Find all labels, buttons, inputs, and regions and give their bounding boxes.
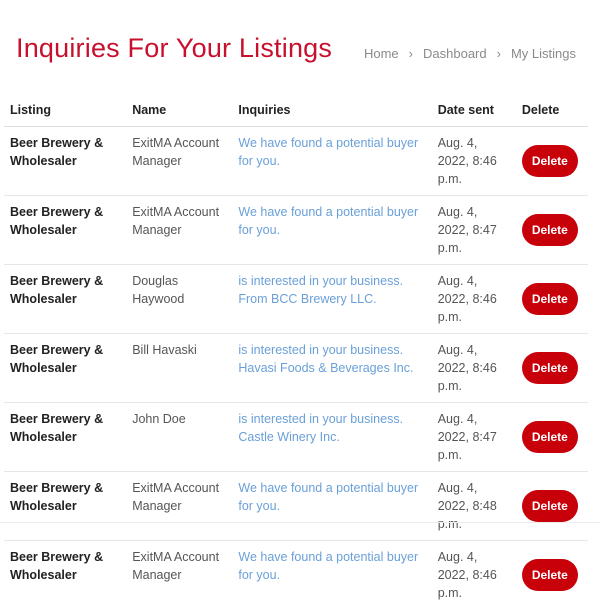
table-row: Beer Brewery & Wholesaler Bill Havaski i… <box>4 334 588 403</box>
inquiries-table: Listing Name Inquiries Date sent Delete … <box>4 93 588 609</box>
name-cell: ExitMA Account Manager <box>126 127 232 196</box>
listing-cell: Beer Brewery & Wholesaler <box>4 196 126 265</box>
inquiry-link[interactable]: We have found a potential buyer for you. <box>232 127 431 196</box>
delete-cell: Delete <box>516 541 588 609</box>
delete-button[interactable]: Delete <box>522 214 578 246</box>
column-header-listing: Listing <box>4 93 126 127</box>
delete-cell: Delete <box>516 265 588 334</box>
page-title: Inquiries For Your Listings <box>16 33 332 64</box>
date-cell: Aug. 4, 2022, 8:48 p.m. <box>432 472 516 541</box>
table-row: Beer Brewery & Wholesaler ExitMA Account… <box>4 472 588 541</box>
breadcrumb-separator: › <box>497 46 501 61</box>
delete-button[interactable]: Delete <box>522 283 578 315</box>
listing-cell: Beer Brewery & Wholesaler <box>4 472 126 541</box>
breadcrumb-separator: › <box>409 46 413 61</box>
date-cell: Aug. 4, 2022, 8:46 p.m. <box>432 265 516 334</box>
breadcrumb-my-listings[interactable]: My Listings <box>511 46 576 61</box>
footer-divider <box>0 522 600 523</box>
date-cell: Aug. 4, 2022, 8:46 p.m. <box>432 127 516 196</box>
inquiry-link[interactable]: is interested in your business. Castle W… <box>232 403 431 472</box>
delete-cell: Delete <box>516 403 588 472</box>
table-row: Beer Brewery & Wholesaler ExitMA Account… <box>4 127 588 196</box>
delete-button[interactable]: Delete <box>522 145 578 177</box>
inquiry-link[interactable]: We have found a potential buyer for you. <box>232 541 431 609</box>
listing-cell: Beer Brewery & Wholesaler <box>4 334 126 403</box>
inquiry-link[interactable]: We have found a potential buyer for you. <box>232 472 431 541</box>
date-cell: Aug. 4, 2022, 8:47 p.m. <box>432 403 516 472</box>
date-cell: Aug. 4, 2022, 8:46 p.m. <box>432 541 516 609</box>
listing-cell: Beer Brewery & Wholesaler <box>4 265 126 334</box>
delete-button[interactable]: Delete <box>522 421 578 453</box>
delete-cell: Delete <box>516 334 588 403</box>
table-row: Beer Brewery & Wholesaler John Doe is in… <box>4 403 588 472</box>
listing-cell: Beer Brewery & Wholesaler <box>4 127 126 196</box>
name-cell: Douglas Haywood <box>126 265 232 334</box>
name-cell: ExitMA Account Manager <box>126 196 232 265</box>
table-row: Beer Brewery & Wholesaler Douglas Haywoo… <box>4 265 588 334</box>
inquiry-link[interactable]: We have found a potential buyer for you. <box>232 196 431 265</box>
delete-button[interactable]: Delete <box>522 490 578 522</box>
delete-button[interactable]: Delete <box>522 352 578 384</box>
column-header-name: Name <box>126 93 232 127</box>
inquiry-link[interactable]: is interested in your business. From BCC… <box>232 265 431 334</box>
delete-button[interactable]: Delete <box>522 559 578 591</box>
table-row: Beer Brewery & Wholesaler ExitMA Account… <box>4 541 588 609</box>
inquiry-link[interactable]: is interested in your business. Havasi F… <box>232 334 431 403</box>
name-cell: Bill Havaski <box>126 334 232 403</box>
table-header-row: Listing Name Inquiries Date sent Delete <box>4 93 588 127</box>
table-row: Beer Brewery & Wholesaler ExitMA Account… <box>4 196 588 265</box>
delete-cell: Delete <box>516 127 588 196</box>
name-cell: ExitMA Account Manager <box>126 541 232 609</box>
column-header-inquiries: Inquiries <box>232 93 431 127</box>
breadcrumb: Home › Dashboard › My Listings <box>364 46 576 61</box>
column-header-date-sent: Date sent <box>432 93 516 127</box>
delete-cell: Delete <box>516 472 588 541</box>
delete-cell: Delete <box>516 196 588 265</box>
column-header-delete: Delete <box>516 93 588 127</box>
breadcrumb-dashboard[interactable]: Dashboard <box>423 46 487 61</box>
name-cell: ExitMA Account Manager <box>126 472 232 541</box>
date-cell: Aug. 4, 2022, 8:47 p.m. <box>432 196 516 265</box>
listing-cell: Beer Brewery & Wholesaler <box>4 403 126 472</box>
listing-cell: Beer Brewery & Wholesaler <box>4 541 126 609</box>
name-cell: John Doe <box>126 403 232 472</box>
breadcrumb-home[interactable]: Home <box>364 46 399 61</box>
date-cell: Aug. 4, 2022, 8:46 p.m. <box>432 334 516 403</box>
